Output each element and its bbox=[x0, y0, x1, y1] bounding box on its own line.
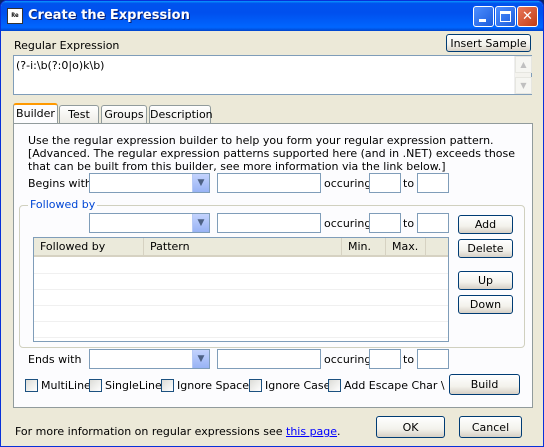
ok-button[interactable]: OK bbox=[376, 416, 445, 438]
ends-with-label: Ends with bbox=[28, 353, 82, 366]
begins-with-pattern-input[interactable] bbox=[217, 173, 321, 193]
followed-by-min-input[interactable] bbox=[369, 213, 401, 233]
list-header: Followed by Pattern Min. Max. bbox=[34, 238, 448, 257]
ends-with-pattern-input[interactable] bbox=[217, 349, 321, 369]
to-label: to bbox=[403, 217, 415, 230]
occuring-label: occuring bbox=[324, 177, 372, 190]
chevron-down-icon[interactable]: ▼ bbox=[192, 214, 209, 232]
tab-builder[interactable]: Builder bbox=[13, 103, 58, 125]
regex-textarea[interactable]: (?-i:\b(?:0|o)k\b) ▲ ▼ bbox=[13, 55, 532, 95]
begins-with-min-input[interactable] bbox=[369, 173, 401, 193]
checkbox-box[interactable] bbox=[161, 379, 174, 392]
scroll-up-icon[interactable]: ▲ bbox=[515, 56, 532, 73]
window-title: Create the Expression bbox=[28, 8, 190, 23]
followed-by-max-input[interactable] bbox=[417, 213, 449, 233]
checkbox-box[interactable] bbox=[328, 379, 341, 392]
add-escape-char-checkbox[interactable]: Add Escape Char \ bbox=[328, 379, 445, 393]
begins-with-label: Begins with bbox=[28, 177, 92, 190]
cancel-button[interactable]: Cancel bbox=[459, 416, 522, 438]
regex-value: (?-i:\b(?:0|o)k\b) bbox=[16, 59, 105, 72]
footer-info: For more information on regular expressi… bbox=[15, 425, 341, 438]
create-expression-dialog: Re Create the Expression ✕ Regular Expre… bbox=[0, 0, 544, 447]
footer-info-text: For more information on regular expressi… bbox=[15, 425, 286, 438]
regex-scrollbar[interactable]: ▲ ▼ bbox=[514, 56, 532, 94]
followed-by-pattern-input[interactable] bbox=[217, 213, 321, 233]
tab-test[interactable]: Test bbox=[59, 105, 99, 124]
minimize-icon bbox=[479, 19, 486, 22]
title-bar[interactable]: Re Create the Expression ✕ bbox=[1, 1, 543, 31]
regex-label: Regular Expression bbox=[14, 39, 120, 52]
checkbox-box[interactable] bbox=[249, 379, 262, 392]
builder-intro: Use the regular expression builder to he… bbox=[28, 134, 516, 173]
down-button[interactable]: Down bbox=[458, 295, 513, 314]
checkbox-label: Add Escape Char \ bbox=[344, 379, 445, 392]
chevron-down-icon[interactable]: ▼ bbox=[192, 350, 209, 368]
checkbox-label: Ignore Case bbox=[265, 379, 331, 392]
list-row-divider bbox=[34, 305, 448, 306]
ends-with-min-input[interactable] bbox=[369, 349, 401, 369]
footer-info-suffix: . bbox=[337, 425, 341, 438]
column-header-followed-by[interactable]: Followed by bbox=[34, 238, 144, 255]
ends-with-max-input[interactable] bbox=[417, 349, 449, 369]
list-row-divider bbox=[34, 289, 448, 290]
scroll-down-icon[interactable]: ▼ bbox=[515, 77, 532, 94]
ignore-case-checkbox[interactable]: Ignore Case bbox=[249, 379, 331, 393]
list-row-divider bbox=[34, 321, 448, 322]
close-button[interactable]: ✕ bbox=[517, 6, 538, 27]
followed-by-list[interactable]: Followed by Pattern Min. Max. bbox=[33, 237, 449, 342]
ends-with-select[interactable]: ▼ bbox=[89, 349, 210, 369]
begins-with-max-input[interactable] bbox=[417, 173, 449, 193]
chevron-down-icon[interactable]: ▼ bbox=[192, 174, 209, 192]
minimize-button[interactable] bbox=[473, 6, 494, 27]
app-icon: Re bbox=[7, 8, 23, 24]
insert-sample-button[interactable]: Insert Sample bbox=[446, 34, 531, 52]
close-icon: ✕ bbox=[522, 9, 533, 24]
column-header-min[interactable]: Min. bbox=[342, 238, 386, 255]
checkbox-label: MultiLine bbox=[41, 379, 91, 392]
followed-by-select[interactable]: ▼ bbox=[89, 213, 210, 233]
checkbox-box[interactable] bbox=[25, 379, 38, 392]
ignore-space-checkbox[interactable]: Ignore Space bbox=[161, 379, 249, 393]
list-row-divider bbox=[34, 273, 448, 274]
delete-button[interactable]: Delete bbox=[458, 239, 513, 258]
maximize-button[interactable] bbox=[495, 6, 516, 27]
maximize-icon bbox=[500, 11, 511, 22]
checkbox-label: SingleLine bbox=[105, 379, 162, 392]
this-page-link[interactable]: this page bbox=[286, 425, 337, 438]
checkbox-box[interactable] bbox=[89, 379, 102, 392]
occuring-label: occuring bbox=[324, 217, 372, 230]
tab-groups[interactable]: Groups bbox=[101, 105, 147, 124]
singleline-checkbox[interactable]: SingleLine bbox=[89, 379, 162, 393]
checkbox-label: Ignore Space bbox=[177, 379, 249, 392]
build-button[interactable]: Build bbox=[449, 374, 520, 395]
column-header-pattern[interactable]: Pattern bbox=[144, 238, 342, 255]
followed-by-group-title: Followed by bbox=[28, 198, 98, 211]
add-button[interactable]: Add bbox=[458, 215, 513, 234]
tab-description[interactable]: Description bbox=[149, 105, 213, 124]
list-row-divider bbox=[34, 337, 448, 338]
to-label: to bbox=[403, 353, 415, 366]
occuring-label: occuring bbox=[324, 353, 372, 366]
multiline-checkbox[interactable]: MultiLine bbox=[25, 379, 91, 393]
to-label: to bbox=[403, 177, 415, 190]
up-button[interactable]: Up bbox=[458, 271, 513, 290]
begins-with-select[interactable]: ▼ bbox=[89, 173, 210, 193]
column-header-max[interactable]: Max. bbox=[386, 238, 426, 255]
